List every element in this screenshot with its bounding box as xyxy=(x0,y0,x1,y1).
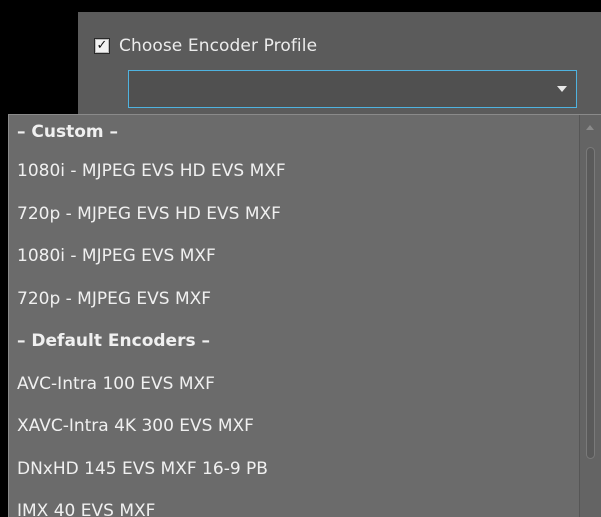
group-header-custom: – Custom – xyxy=(17,122,119,142)
choose-encoder-label: Choose Encoder Profile xyxy=(119,36,318,56)
option-xavc-intra-4k-300-evs-mxf[interactable]: XAVC-Intra 4K 300 EVS MXF xyxy=(9,405,579,448)
choose-encoder-row[interactable]: ✓ Choose Encoder Profile xyxy=(94,36,317,56)
option-imx-40-evs-mxf[interactable]: IMX 40 EVS MXF xyxy=(9,490,579,517)
option-1080i-mjpeg-evs-hd-evs-mxf[interactable]: 1080i - MJPEG EVS HD EVS MXF xyxy=(9,150,579,193)
option-avc-intra-100-evs-mxf[interactable]: AVC-Intra 100 EVS MXF xyxy=(9,363,579,406)
dropdown-items: – Custom – 1080i - MJPEG EVS HD EVS MXF … xyxy=(9,115,579,517)
encoder-profile-combobox[interactable] xyxy=(128,70,577,108)
option-1080i-mjpeg-evs-mxf[interactable]: 1080i - MJPEG EVS MXF xyxy=(9,235,579,278)
dropdown-scrollbar[interactable] xyxy=(579,115,601,517)
group-header-default-encoders: – Default Encoders – xyxy=(17,331,210,351)
chevron-down-icon[interactable] xyxy=(557,86,567,92)
option-720p-mjpeg-evs-mxf[interactable]: 720p - MJPEG EVS MXF xyxy=(9,278,579,321)
checkmark-icon: ✓ xyxy=(96,38,108,53)
scrollbar-thumb[interactable] xyxy=(586,147,595,459)
option-720p-mjpeg-evs-hd-evs-mxf[interactable]: 720p - MJPEG EVS HD EVS MXF xyxy=(9,193,579,236)
arrow-up-icon[interactable] xyxy=(586,125,594,130)
encoder-panel: ✓ Choose Encoder Profile xyxy=(78,12,601,122)
encoder-profile-dropdown-list: – Custom – 1080i - MJPEG EVS HD EVS MXF … xyxy=(8,114,601,517)
option-dnxhd-145-evs-mxf-16-9-pb[interactable]: DNxHD 145 EVS MXF 16-9 PB xyxy=(9,448,579,491)
choose-encoder-checkbox[interactable]: ✓ xyxy=(94,38,110,54)
